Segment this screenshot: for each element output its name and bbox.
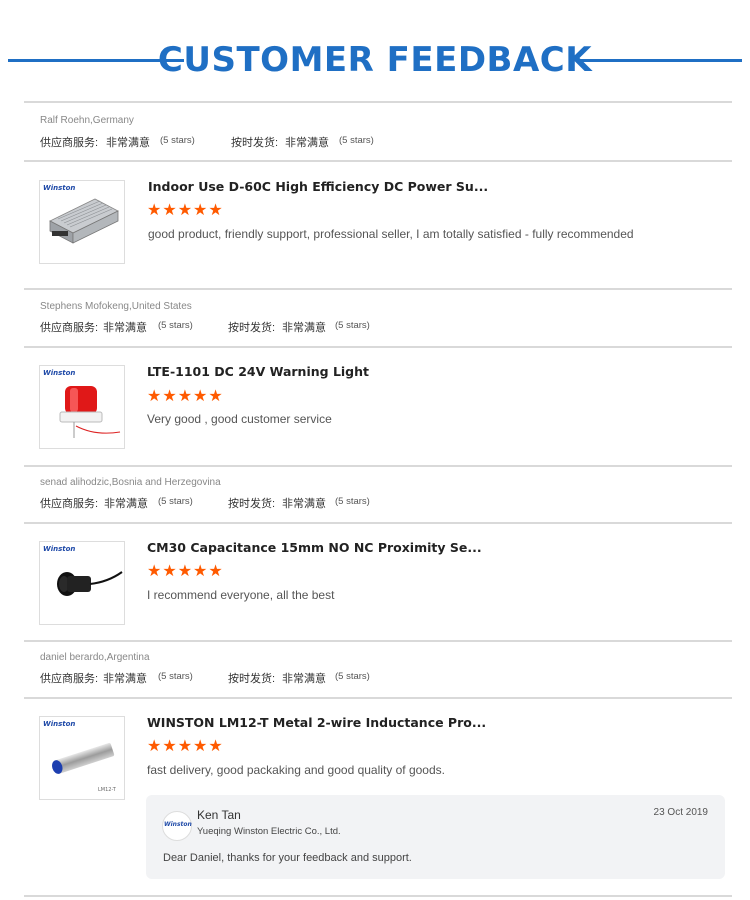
divider <box>24 160 732 162</box>
buyer-name: daniel berardo,Argentina <box>40 652 150 663</box>
product-thumbnail[interactable]: Winston <box>39 180 125 264</box>
proximity-sensor-image <box>57 571 123 596</box>
section-header: CUSTOMER FEEDBACK <box>0 38 750 86</box>
reply-message: Dear Daniel, thanks for your feedback an… <box>163 852 412 864</box>
buyer-name: senad alihodzic,Bosnia and Herzegovina <box>40 477 221 488</box>
delivery-stars: (5 stars) <box>339 135 374 146</box>
brand-logo: Winston <box>43 545 76 553</box>
supplier-service-stars: (5 stars) <box>158 496 193 507</box>
divider <box>24 288 732 290</box>
delivery-value: 非常满意 <box>282 498 326 510</box>
supplier-service-stars: (5 stars) <box>158 320 193 331</box>
star-rating: ★★★★★ <box>147 202 224 219</box>
product-title[interactable]: Indoor Use D-60C High Efficiency DC Powe… <box>148 179 488 194</box>
supplier-service-value: 非常满意 <box>104 498 148 510</box>
supplier-service-value: 非常满意 <box>106 137 150 149</box>
product-thumbnail[interactable]: Winston <box>39 365 125 449</box>
supplier-service-label: 供应商服务: <box>40 673 99 685</box>
supplier-service-label: 供应商服务: <box>40 498 99 510</box>
power-supply-image <box>49 198 119 244</box>
delivery-stars: (5 stars) <box>335 671 370 682</box>
divider <box>24 697 732 699</box>
delivery-value: 非常满意 <box>285 137 329 149</box>
product-title[interactable]: WINSTON LM12-T Metal 2-wire Inductance P… <box>147 715 486 730</box>
delivery-label: 按时发货: <box>231 137 279 149</box>
delivery-stars: (5 stars) <box>335 320 370 331</box>
divider <box>24 465 732 467</box>
review-comment: I recommend everyone, all the best <box>147 588 335 602</box>
divider <box>24 346 732 348</box>
thumb-caption: LM12-T <box>98 787 116 793</box>
product-thumbnail[interactable]: Winston LM12-T <box>39 716 125 800</box>
delivery-value: 非常满意 <box>282 673 326 685</box>
star-rating: ★★★★★ <box>147 738 224 755</box>
divider <box>24 640 732 642</box>
buyer-name: Ralf Roehn,Germany <box>40 115 134 126</box>
delivery-label: 按时发货: <box>228 673 276 685</box>
seller-logo: Winston <box>164 821 192 828</box>
delivery-stars: (5 stars) <box>335 496 370 507</box>
product-thumbnail[interactable]: Winston <box>39 541 125 625</box>
seller-reply: Winston Ken Tan Yueqing Winston Electric… <box>146 795 725 879</box>
review-comment: Very good , good customer service <box>147 412 332 426</box>
supplier-service-stars: (5 stars) <box>160 135 195 146</box>
supplier-service-label: 供应商服务: <box>40 322 99 334</box>
divider <box>24 522 732 524</box>
review-comment: good product, friendly support, professi… <box>148 227 634 241</box>
divider <box>24 101 732 103</box>
supplier-service-stars: (5 stars) <box>158 671 193 682</box>
review-comment: fast delivery, good packaking and good q… <box>147 763 445 777</box>
divider <box>24 895 732 897</box>
supplier-service-value: 非常满意 <box>103 322 147 334</box>
delivery-label: 按时发货: <box>228 322 276 334</box>
brand-logo: Winston <box>43 369 76 377</box>
delivery-label: 按时发货: <box>228 498 276 510</box>
seller-company: Yueqing Winston Electric Co., Ltd. <box>197 826 341 837</box>
warning-light-image <box>59 386 121 438</box>
star-rating: ★★★★★ <box>147 563 224 580</box>
product-title[interactable]: CM30 Capacitance 15mm NO NC Proximity Se… <box>147 540 482 555</box>
product-title[interactable]: LTE-1101 DC 24V Warning Light <box>147 364 369 379</box>
brand-logo: Winston <box>43 184 76 192</box>
brand-logo: Winston <box>43 720 76 728</box>
seller-avatar: Winston <box>162 811 192 841</box>
buyer-name: Stephens Mofokeng,United States <box>40 301 192 312</box>
header-line-right <box>578 59 742 62</box>
star-rating: ★★★★★ <box>147 388 224 405</box>
delivery-value: 非常满意 <box>282 322 326 334</box>
supplier-service-label: 供应商服务: <box>40 137 99 149</box>
reply-date: 23 Oct 2019 <box>653 807 708 818</box>
seller-name: Ken Tan <box>197 808 241 822</box>
supplier-service-value: 非常满意 <box>103 673 147 685</box>
